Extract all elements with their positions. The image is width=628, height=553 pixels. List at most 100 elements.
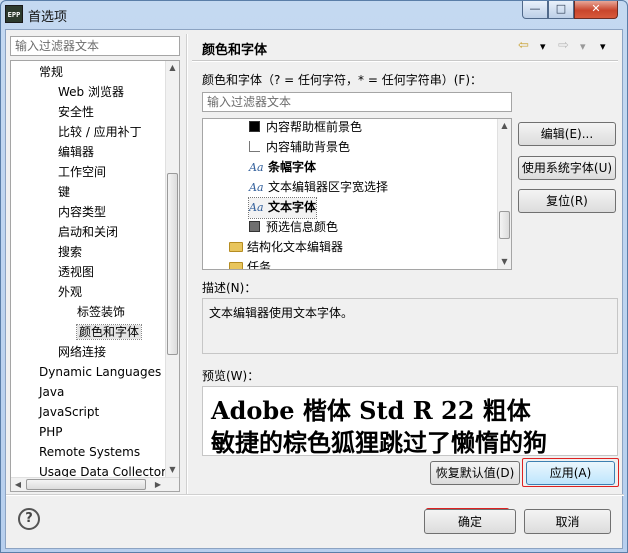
restore-defaults-button[interactable]: 恢复默认值(D) <box>430 461 520 485</box>
font-item[interactable]: Aa 文本字体 <box>247 197 318 219</box>
tree-item[interactable]: PHP <box>39 423 63 442</box>
tree-item[interactable]: 启动和关闭 <box>58 223 118 242</box>
tree-item-label: 透视图 <box>58 265 95 279</box>
font-category[interactable]: 结构化文本编辑器 <box>229 238 343 258</box>
tree-item[interactable]: 标签装饰 <box>77 303 125 322</box>
hscroll-thumb[interactable] <box>26 479 146 490</box>
tree-item[interactable]: Dynamic Languages <box>39 363 161 382</box>
tree-item[interactable]: 透视图 <box>58 263 94 282</box>
title-bar[interactable]: EPP 首选项 — □ ✕ <box>1 1 627 29</box>
help-icon[interactable]: ? <box>18 508 40 530</box>
app-icon: EPP <box>5 5 23 23</box>
tree-item[interactable]: 键 <box>58 183 70 202</box>
cancel-button[interactable]: 取消 <box>524 509 611 534</box>
tree-item-label: 编辑器 <box>58 145 95 159</box>
font-icon: Aa <box>249 161 264 174</box>
scroll-thumb[interactable] <box>167 173 178 355</box>
scroll-down-arrow-icon[interactable]: ▼ <box>498 255 511 269</box>
tree-item[interactable]: Remote Systems <box>39 443 140 462</box>
font-item-label: 内容辅助背景色 <box>266 140 351 154</box>
folder-icon <box>229 242 243 252</box>
scroll-right-arrow-icon[interactable]: ▶ <box>151 478 165 491</box>
scroll-left-arrow-icon[interactable]: ◀ <box>11 478 25 491</box>
tree-item-label: Java <box>39 385 65 399</box>
colors-fonts-label: 颜色和字体（? = 任何字符，* = 任何字符串）(F)： <box>202 73 483 87</box>
folder-icon <box>229 262 243 269</box>
font-filter-input[interactable]: 输入过滤器文本 <box>202 92 512 112</box>
font-item[interactable]: 预选信息颜色 <box>249 218 338 238</box>
description-text: 文本编辑器使用文本字体。 <box>209 306 354 320</box>
tree-filter-input[interactable]: 输入过滤器文本 <box>10 36 180 56</box>
scroll-down-arrow-icon[interactable]: ▼ <box>166 463 179 477</box>
tree-item[interactable]: JavaScript <box>39 403 99 422</box>
minimize-button[interactable]: — <box>522 1 548 19</box>
font-item-label: 预选信息颜色 <box>266 220 339 234</box>
tree-item[interactable]: 搜索 <box>58 243 82 262</box>
tree-item[interactable]: 网络连接 <box>58 343 106 362</box>
font-item-label: 条幅字体 <box>268 160 317 174</box>
tree-item[interactable]: 颜色和字体 <box>75 323 143 342</box>
font-item[interactable]: 内容帮助框前景色 <box>249 119 363 138</box>
reset-button[interactable]: 复位(R) <box>518 189 616 213</box>
tree-item-label: PHP <box>39 425 63 439</box>
scroll-thumb[interactable] <box>499 211 510 239</box>
tree-item-label: 键 <box>58 185 71 199</box>
window-title: 首选项 <box>28 10 68 25</box>
back-arrow-icon[interactable]: ⇦ <box>518 38 529 53</box>
title-separator <box>192 60 618 62</box>
ok-button[interactable]: 确定 <box>424 509 516 534</box>
panel-sash[interactable] <box>186 34 188 494</box>
tree-item-label: 颜色和字体 <box>75 324 143 340</box>
tree-item-label: 启动和关闭 <box>58 225 119 239</box>
font-item-label: 内容帮助框前景色 <box>266 120 363 134</box>
font-icon: Aa <box>249 201 264 214</box>
tree-item-label: Remote Systems <box>39 445 141 459</box>
font-item[interactable]: 内容辅助背景色 <box>249 138 350 158</box>
font-preview: Adobe 楷体 Std R 22 粗体 敏捷的棕色狐狸跳过了懒惰的狗 <box>202 386 618 456</box>
tree-item-label: JavaScript <box>39 405 100 419</box>
dialog-client: 输入过滤器文本 常规 Web 浏览器安全性比较 / 应用补丁编辑器工作空间键内容类… <box>5 29 624 549</box>
forward-menu-chevron-icon[interactable]: ▾ <box>580 40 586 53</box>
footer-separator <box>6 494 624 496</box>
font-item[interactable]: Aa 文本编辑器区字宽选择 <box>249 178 388 198</box>
tree-item[interactable]: Java <box>39 383 64 402</box>
tree-item-label: 标签装饰 <box>77 305 126 319</box>
preview-line-2: 敏捷的棕色狐狸跳过了懒惰的狗 <box>211 428 547 456</box>
preference-tree: 常规 Web 浏览器安全性比较 / 应用补丁编辑器工作空间键内容类型启动和关闭搜索… <box>10 60 180 492</box>
font-tree-vertical-scrollbar[interactable]: ▲ ▼ <box>497 119 511 269</box>
apply-button[interactable]: 应用(A) <box>526 461 615 485</box>
tree-item[interactable]: 编辑器 <box>58 143 94 162</box>
color-swatch-icon <box>249 121 260 132</box>
colors-fonts-tree: 内容帮助框前景色 内容辅助背景色 Aa 条幅字体 Aa 文本编辑器区字宽选择 Aa 文本字体预… <box>202 118 512 270</box>
font-item[interactable]: Aa 条幅字体 <box>249 158 316 178</box>
description-box: 文本编辑器使用文本字体。 <box>202 298 618 354</box>
scroll-up-arrow-icon[interactable]: ▲ <box>498 119 511 133</box>
page-title: 颜色和字体 <box>202 43 268 58</box>
tree-vertical-scrollbar[interactable]: ▲ ▼ <box>165 61 179 491</box>
tree-item-label: 外观 <box>58 285 83 299</box>
font-category[interactable]: 任务 <box>229 258 271 269</box>
close-button[interactable]: ✕ <box>574 1 618 19</box>
tree-item[interactable]: 安全性 <box>58 103 94 122</box>
tree-item[interactable]: 内容类型 <box>58 203 106 222</box>
tree-item[interactable]: Web 浏览器 <box>58 83 124 102</box>
description-label: 描述(N)： <box>202 281 257 295</box>
tree-horizontal-scrollbar[interactable]: ◀ ▶ <box>11 477 179 491</box>
view-menu-chevron-icon[interactable]: ▾ <box>600 40 606 53</box>
tree-item[interactable]: 外观 <box>58 283 82 302</box>
font-icon: Aa <box>249 181 264 194</box>
tree-item-label: 安全性 <box>58 105 95 119</box>
tree-item[interactable]: 常规 <box>39 63 63 82</box>
edit-button[interactable]: 编辑(E)... <box>518 122 616 146</box>
forward-arrow-icon[interactable]: ⇨ <box>558 38 569 53</box>
back-menu-chevron-icon[interactable]: ▾ <box>540 40 546 53</box>
preview-line-1: Adobe 楷体 Std R 22 粗体 <box>211 396 531 425</box>
font-item-label: 文本字体 <box>268 200 317 214</box>
font-item-label: 结构化文本编辑器 <box>247 240 344 254</box>
tree-item[interactable]: 工作空间 <box>58 163 106 182</box>
tree-item-label: 内容类型 <box>58 205 107 219</box>
maximize-button[interactable]: □ <box>548 1 574 19</box>
use-system-font-button[interactable]: 使用系统字体(U) <box>518 156 616 180</box>
tree-item[interactable]: 比较 / 应用补丁 <box>58 123 142 142</box>
scroll-up-arrow-icon[interactable]: ▲ <box>166 61 179 75</box>
